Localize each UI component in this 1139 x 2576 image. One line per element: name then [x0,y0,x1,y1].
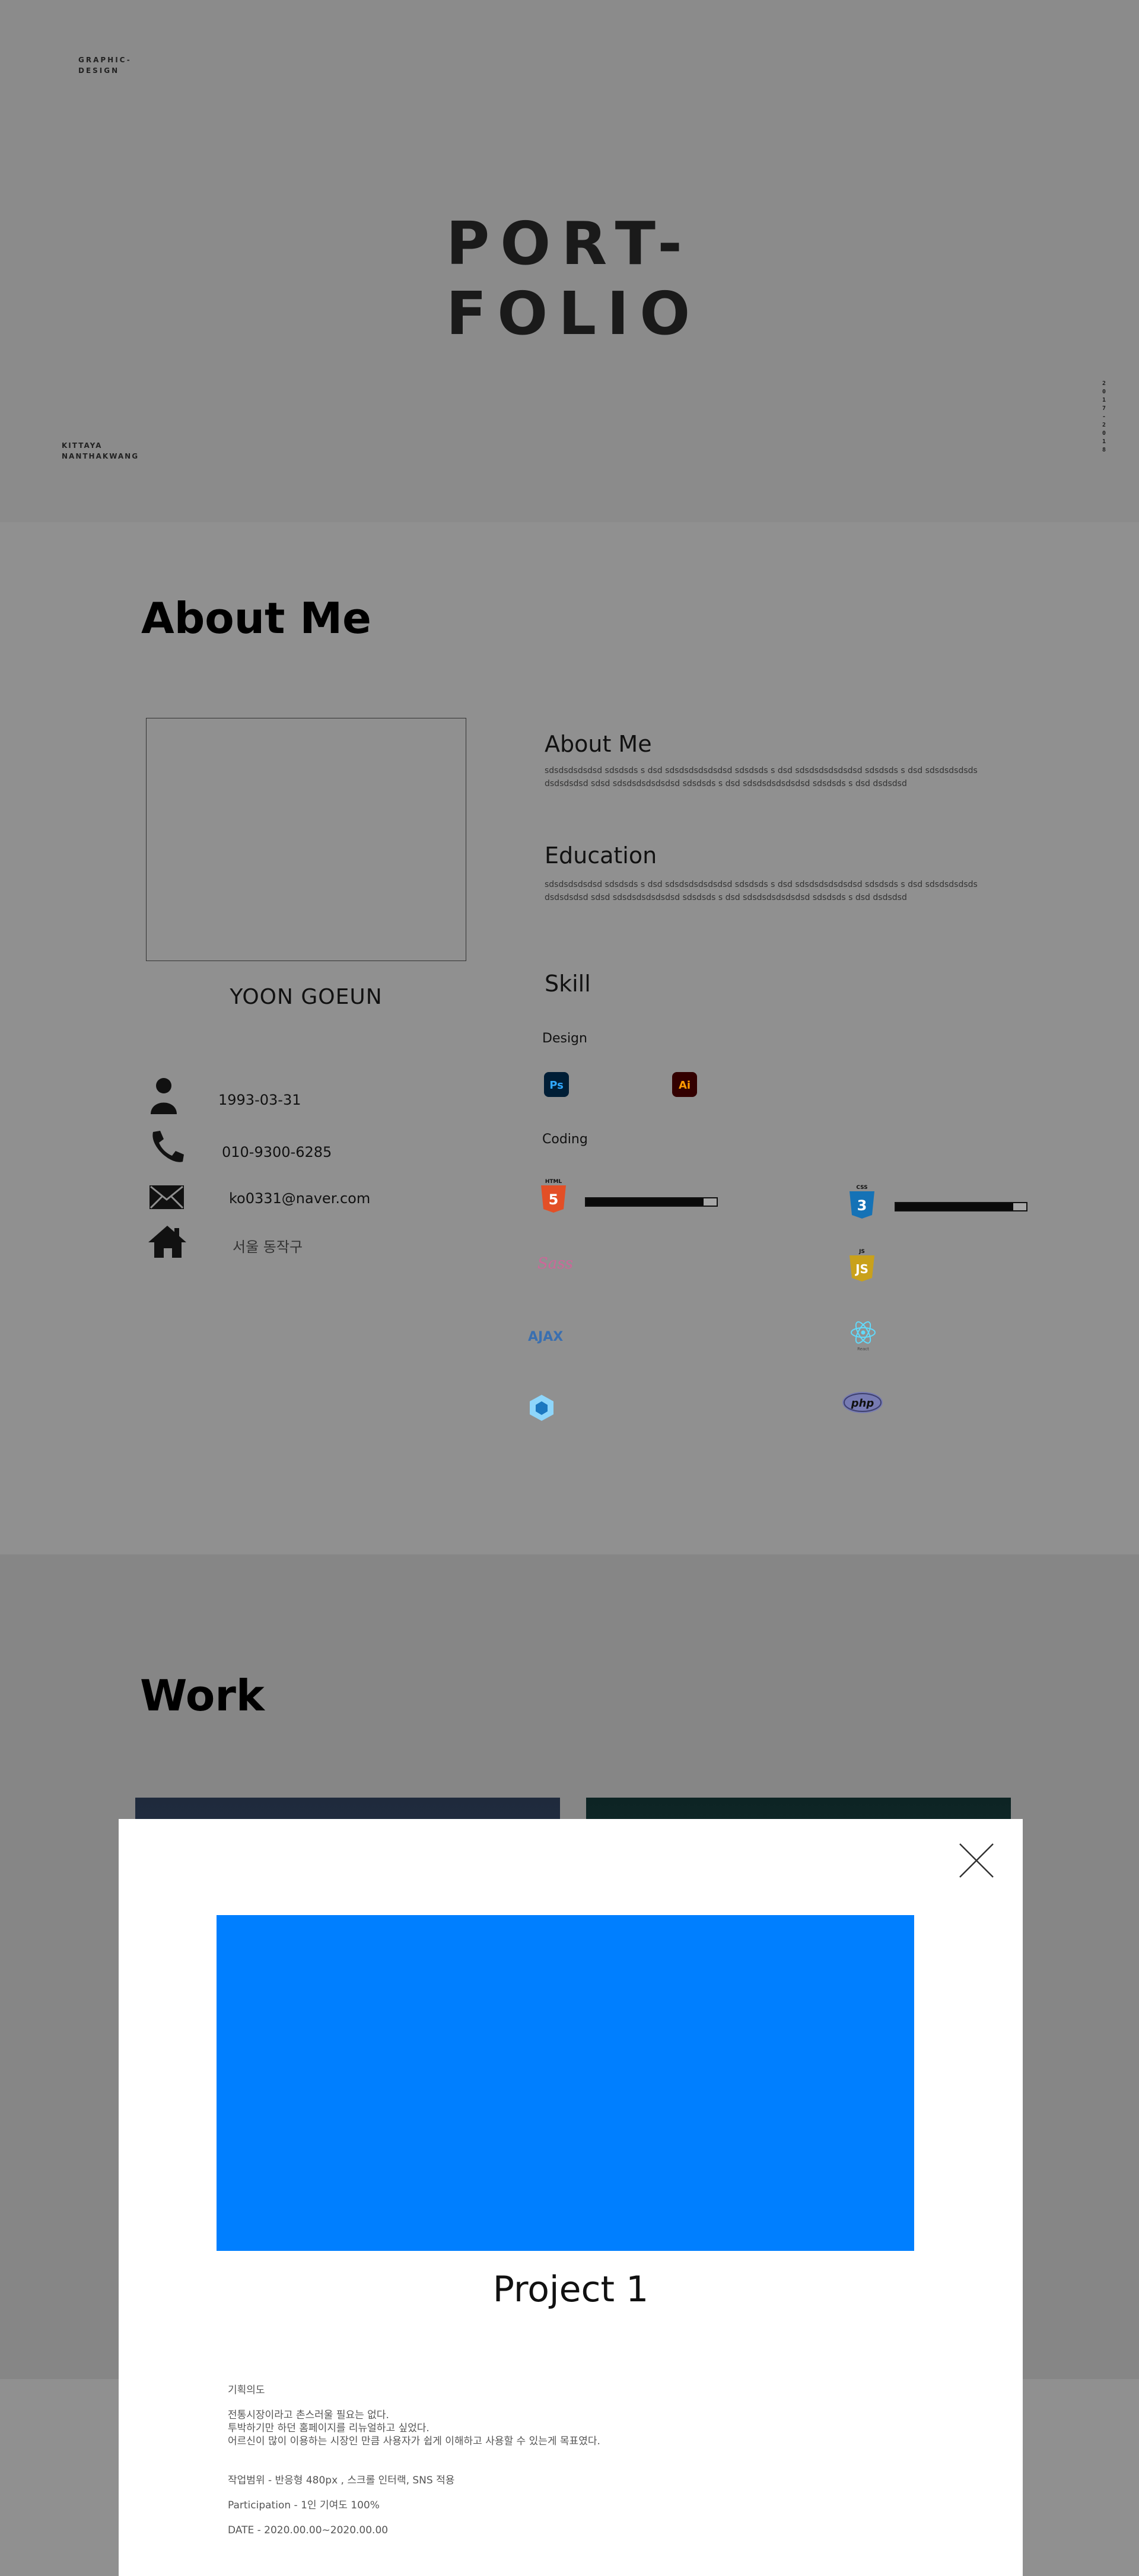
php-icon-text: php [851,1397,874,1410]
svg-text:JS: JS [854,1262,868,1276]
illustrator-icon-text: Ai [679,1079,691,1092]
close-icon [959,1843,994,1878]
person-icon [147,1076,186,1115]
design-label: Design [542,1031,587,1046]
html5-icon: HTML 5 [537,1177,570,1213]
css-skill-bar [895,1202,1027,1211]
about-section-title: About Me [141,593,371,643]
js-icon-label: JS [858,1249,865,1255]
html-skill-bar [585,1197,718,1207]
work-section-title: Work [140,1671,265,1720]
education-heading: Education [545,842,657,869]
html5-icon-label: HTML [545,1179,562,1185]
php-icon: php [840,1389,885,1416]
html-skill-bar-fill [586,1198,704,1206]
sass-icon: Sass [534,1248,575,1278]
js-icon: JS JS [847,1247,877,1281]
hero-tag: GRAPHIC- DESIGN [78,56,132,75]
project-participation: Participation - 1인 기여도 100% [228,2499,380,2511]
education-text: sdsdsdsdsdsd sdsdsds s dsd sdsdsdsdsdsds… [545,880,978,902]
home-icon [147,1222,186,1261]
project-date: DATE - 2020.00.00~2020.00.00 [228,2524,389,2536]
sass-icon-text: Sass [537,1255,573,1273]
svg-text:5: 5 [549,1191,559,1208]
profile-name: YOON GOEUN [230,985,383,1009]
phone-icon [147,1128,186,1168]
photoshop-icon-text: Ps [549,1079,564,1092]
illustrator-icon: Ai [672,1071,698,1098]
project-image [217,1915,914,2251]
hero-author: KITTAYA NANTHAKWANG [62,441,139,460]
project-scope: 작업범위 - 반응형 480px , 스크롤 인터랙, SNS 적용 [228,2475,455,2486]
webpack-icon [527,1393,556,1423]
contact-phone: 010-9300-6285 [222,1144,332,1160]
hero-section: GRAPHIC- DESIGN PORT- FOLIO KITTAYA NANT… [0,0,1139,522]
hero-year: 2017-2018 [1102,380,1106,453]
about-text: sdsdsdsdsdsd sdsdsds s dsd sdsdsdsdsdsds… [545,766,978,788]
skill-heading: Skill [545,971,591,997]
hero-title: PORT- FOLIO [446,209,701,348]
contact-email[interactable]: ko0331@naver.com [229,1190,370,1207]
css-skill-bar-fill [896,1203,1013,1210]
svg-text:3: 3 [857,1197,867,1214]
about-heading: About Me [545,731,652,757]
project-modal: Project 1 기획의도 전통시장이라고 촌스러울 필요는 없다. 투박하기… [119,1819,1023,2576]
project-intent-body: 전통시장이라고 촌스러울 필요는 없다. 투박하기만 하던 홈페이지를 리뉴얼하… [228,2409,600,2447]
css3-icon-label: CSS [856,1185,867,1191]
close-button[interactable] [957,1842,995,1879]
contact-address: 서울 동작구 [233,1239,303,1255]
project-title: Project 1 [492,2269,649,2310]
ajax-icon: AJAX [526,1324,573,1348]
ajax-icon-text: AJAX [528,1330,563,1344]
css3-icon: CSS 3 [846,1183,878,1219]
photoshop-icon: Ps [543,1071,570,1098]
contact-birthdate: 1993-03-31 [218,1092,301,1108]
coding-label: Coding [542,1132,588,1147]
mail-icon [147,1177,186,1216]
react-icon-text: React [857,1347,869,1351]
about-section: About Me YOON GOEUN 1993-03-31 010-9300-… [0,522,1139,1554]
profile-photo [146,718,466,961]
project-intent-heading: 기획의도 [228,2384,265,2396]
react-icon: React [848,1319,878,1353]
